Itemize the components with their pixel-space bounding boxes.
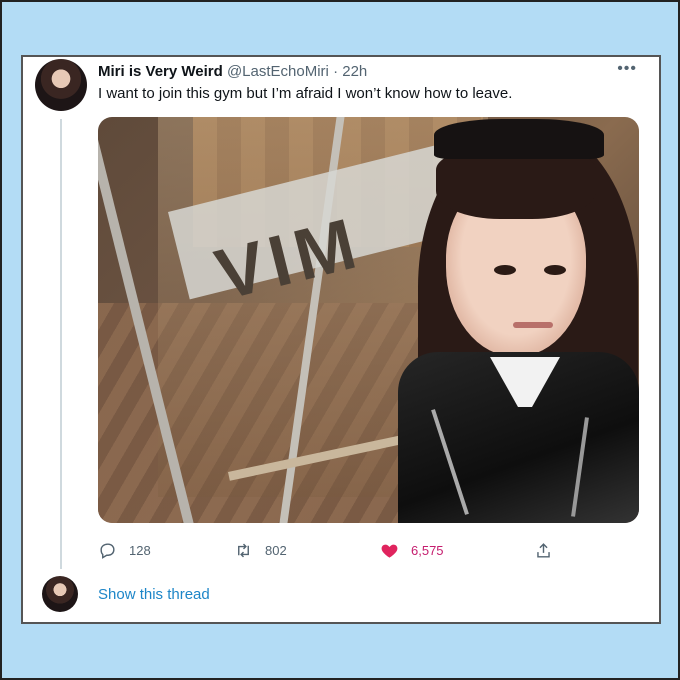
photo-mouth bbox=[513, 322, 553, 328]
tweet-text: I want to join this gym but I’m afraid I… bbox=[98, 85, 513, 102]
thread-avatar[interactable] bbox=[42, 576, 78, 612]
user-handle[interactable]: @LastEchoMiri bbox=[227, 63, 329, 80]
tweet-photo[interactable]: VIM bbox=[98, 117, 639, 523]
thread-line bbox=[60, 119, 62, 569]
retweet-button[interactable]: 802 bbox=[234, 541, 287, 560]
display-name[interactable]: Miri is Very Weird bbox=[98, 63, 223, 80]
more-icon[interactable]: ••• bbox=[617, 60, 637, 78]
share-button[interactable] bbox=[534, 541, 565, 560]
reply-count: 128 bbox=[129, 543, 151, 558]
photo-person bbox=[398, 117, 639, 523]
photo-bangs bbox=[436, 149, 596, 219]
tweet-card[interactable]: Miri is Very Weird @LastEchoMiri · 22h •… bbox=[21, 55, 661, 624]
photo-eye bbox=[494, 265, 516, 275]
like-button[interactable]: 6,575 bbox=[380, 541, 444, 560]
tweet-header: Miri is Very Weird @LastEchoMiri · 22h bbox=[98, 63, 638, 80]
heart-icon bbox=[381, 544, 398, 558]
photo-headband bbox=[434, 119, 604, 159]
like-count: 6,575 bbox=[411, 543, 444, 558]
retweet-icon bbox=[238, 543, 249, 558]
author-avatar[interactable] bbox=[35, 59, 87, 111]
retweet-count: 802 bbox=[265, 543, 287, 558]
photo-eye bbox=[544, 265, 566, 275]
tweet-actions: 128 802 6,575 bbox=[98, 541, 638, 565]
share-icon bbox=[537, 543, 550, 558]
show-thread-link[interactable]: Show this thread bbox=[98, 586, 210, 603]
timestamp[interactable]: 22h bbox=[342, 63, 367, 80]
separator-dot: · bbox=[333, 63, 339, 80]
reply-icon bbox=[100, 543, 115, 559]
reply-button[interactable]: 128 bbox=[98, 541, 151, 560]
